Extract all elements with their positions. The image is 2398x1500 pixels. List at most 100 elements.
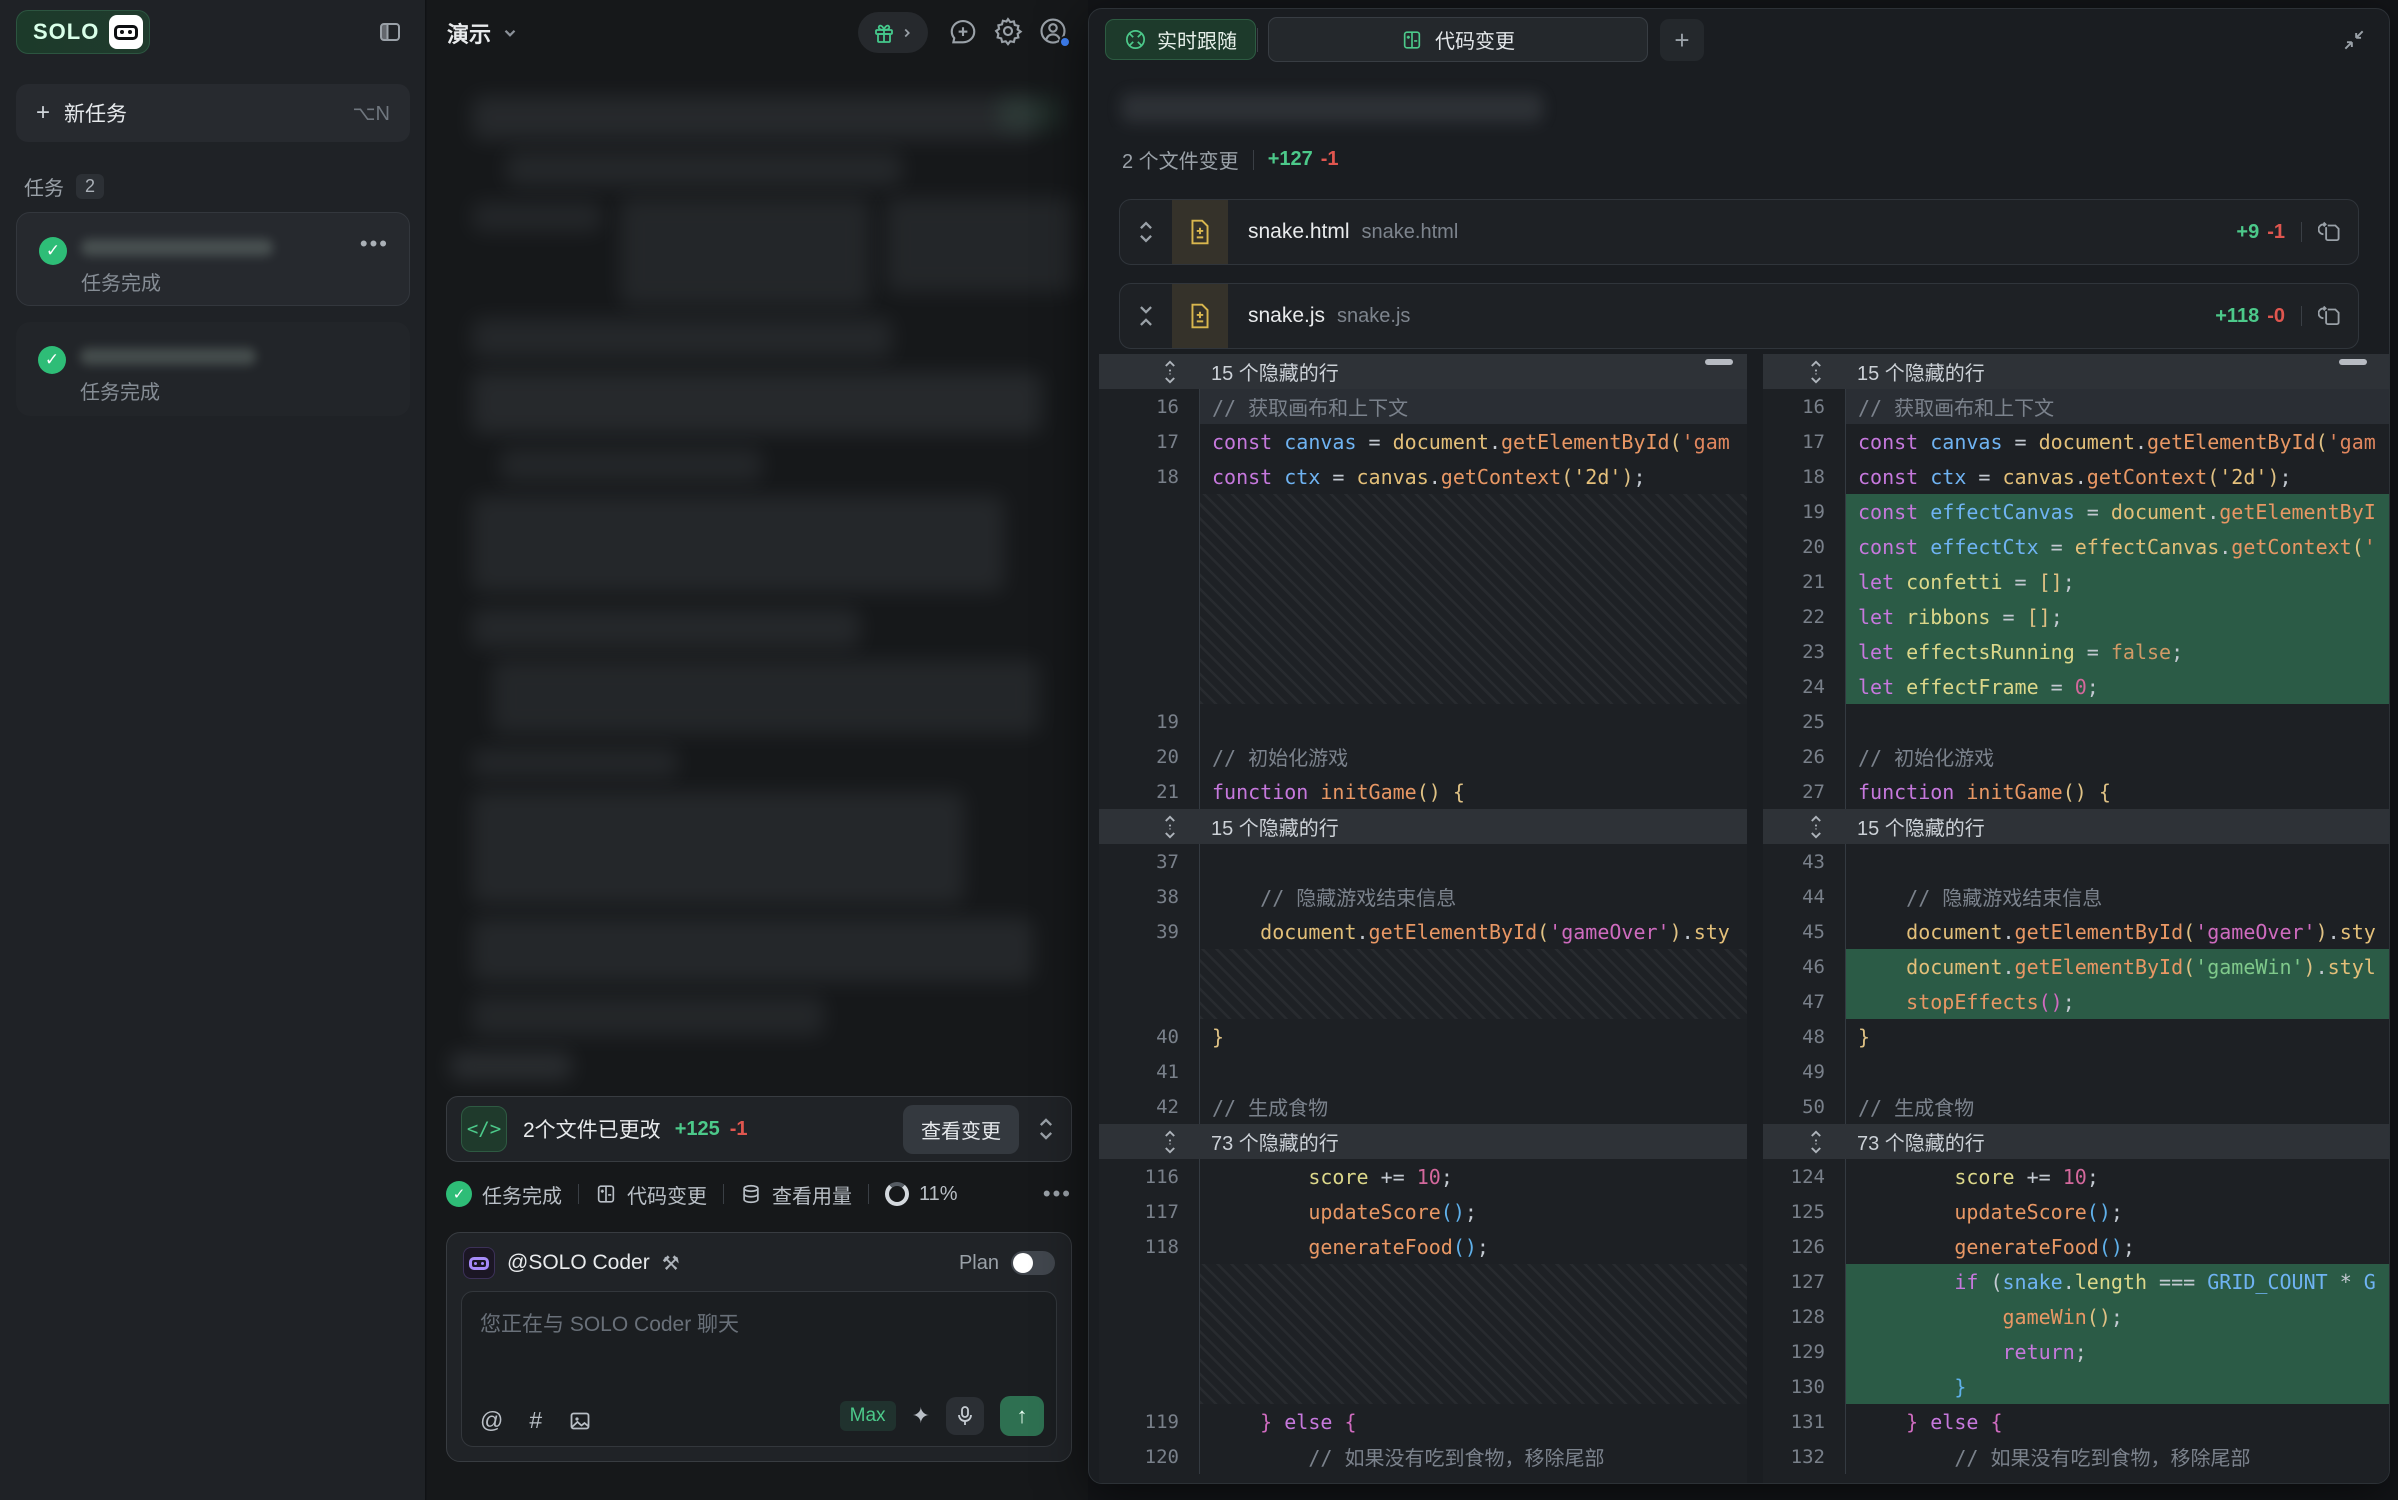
task-status: 任务完成 [81, 267, 161, 296]
task-card[interactable]: ✓任务完成 [16, 322, 410, 416]
expand-hidden-icon[interactable] [1763, 1124, 1845, 1159]
view-changes-button[interactable]: 查看变更 [903, 1105, 1019, 1154]
code-line: 119 } else { [1099, 1404, 1747, 1439]
divider [578, 1184, 579, 1204]
hidden-lines-bar[interactable]: 15 个隐藏的行 [1763, 354, 2390, 389]
new-task-button[interactable]: + 新任务 ⌥N [16, 84, 410, 142]
hidden-lines-bar[interactable]: 15 个隐藏的行 [1099, 354, 1747, 389]
mention-icon[interactable]: @ [480, 1407, 503, 1434]
status-item[interactable]: 11% [885, 1182, 958, 1206]
hashtag-icon[interactable]: # [529, 1407, 542, 1434]
file-additions: +118 [2215, 305, 2259, 328]
logo-text: SOLO [33, 19, 99, 45]
account-button[interactable] [1038, 16, 1068, 46]
redacted-message-block [620, 198, 870, 306]
line-number: 127 [1763, 1264, 1845, 1299]
status-label: 11% [919, 1183, 958, 1206]
hidden-lines-label: 15 个隐藏的行 [1199, 809, 1747, 844]
line-number: 120 [1099, 1439, 1199, 1474]
status-item[interactable]: ✓任务完成 [446, 1180, 562, 1209]
code-line: 46 document.getElementById('gameWin').st… [1763, 949, 2390, 984]
task-card[interactable]: ✓任务完成••• [16, 212, 410, 306]
hidden-lines-bar[interactable]: 15 个隐藏的行 [1763, 809, 2390, 844]
message-input[interactable]: 您正在与 SOLO Coder 聊天 @ # Max ✦ ↑ [461, 1291, 1057, 1447]
line-number: 132 [1763, 1439, 1845, 1474]
apply-file-icon[interactable] [2318, 303, 2344, 329]
new-chat-button[interactable] [948, 16, 978, 46]
chevron-down-icon [501, 24, 519, 42]
code-line: 131 } else { [1763, 1404, 2390, 1439]
robot-logo-icon [109, 15, 143, 49]
code-line: 47 stopEffects(); [1763, 984, 2390, 1019]
code-line: 37 [1099, 844, 1747, 879]
task-menu-icon[interactable]: ••• [360, 231, 389, 257]
files-changed-card[interactable]: </> 2个文件已更改 +125 -1 查看变更 [446, 1096, 1072, 1162]
minimize-panel-icon[interactable] [2341, 27, 2367, 53]
apply-file-icon[interactable] [2318, 219, 2344, 245]
code-line: 21function initGame() { [1099, 774, 1747, 809]
expand-collapse-icon[interactable] [1035, 1116, 1057, 1142]
hidden-lines-bar[interactable]: 73 个隐藏的行 [1763, 1124, 2390, 1159]
line-number: 49 [1763, 1054, 1845, 1089]
code-line: 16// 获取画布和上下文 [1763, 389, 2390, 424]
tools-icon[interactable]: ⚒ [662, 1251, 680, 1276]
file-row[interactable]: snake.htmlsnake.html+9-1 [1119, 199, 2359, 265]
file-row[interactable]: snake.jssnake.js+118-0 [1119, 283, 2359, 349]
line-number: 26 [1763, 739, 1845, 774]
redacted-message-block [472, 318, 892, 358]
line-number: 19 [1099, 704, 1199, 739]
promo-button[interactable] [858, 12, 928, 53]
status-item[interactable]: 代码变更 [595, 1180, 707, 1209]
send-button[interactable]: ↑ [1000, 1396, 1044, 1436]
status-item[interactable]: 查看用量 [740, 1180, 852, 1209]
code-line: 130 } [1763, 1369, 2390, 1404]
code-line: 18const ctx = canvas.getContext('2d'); [1099, 459, 1747, 494]
file-name: snake.js [1248, 304, 1325, 328]
enhance-prompt-icon[interactable]: ✦ [912, 1403, 930, 1429]
expand-file-icon[interactable] [1120, 218, 1172, 246]
max-mode-badge[interactable]: Max [840, 1401, 896, 1431]
line-number: 45 [1763, 914, 1845, 949]
line-number: 128 [1763, 1299, 1845, 1334]
hidden-lines-bar[interactable]: 73 个隐藏的行 [1099, 1124, 1747, 1159]
agent-name[interactable]: @SOLO Coder [507, 1251, 650, 1275]
diff-file-icon [595, 1183, 617, 1205]
redacted-message-block [472, 792, 964, 904]
window-tabbar: 实时跟随 代码变更 + [1089, 9, 2389, 71]
plan-toggle[interactable] [1011, 1251, 1055, 1275]
diff-pane-old: 15 个隐藏的行16// 获取画布和上下文17const canvas = do… [1099, 354, 1747, 1484]
scrollbar-thumb[interactable] [1705, 359, 1733, 365]
settings-button[interactable] [993, 16, 1023, 46]
sidebar-collapse-icon[interactable] [377, 20, 403, 44]
hidden-lines-bar[interactable]: 15 个隐藏的行 [1099, 809, 1747, 844]
file-deletions: -0 [2267, 305, 2285, 328]
redacted-message-block [450, 1052, 572, 1080]
line-number: 131 [1763, 1404, 1845, 1439]
collapse-file-icon[interactable] [1120, 302, 1172, 330]
microphone-button[interactable] [946, 1397, 984, 1435]
code-line: 21let confetti = []; [1763, 564, 2390, 599]
line-number: 117 [1099, 1194, 1199, 1229]
line-number: 44 [1763, 879, 1845, 914]
line-number: 129 [1763, 1334, 1845, 1369]
attach-image-icon[interactable] [568, 1409, 592, 1433]
line-number: 46 [1763, 949, 1845, 984]
solo-logo[interactable]: SOLO [16, 10, 150, 54]
redacted-message-block [472, 202, 602, 232]
more-actions-icon[interactable]: ••• [1043, 1181, 1072, 1207]
project-dropdown[interactable]: 演示 [447, 17, 519, 49]
expand-hidden-icon[interactable] [1099, 809, 1199, 844]
task-status: 任务完成 [80, 376, 160, 405]
scrollbar-thumb[interactable] [2339, 359, 2367, 365]
expand-hidden-icon[interactable] [1099, 354, 1199, 389]
tab-code-changes[interactable]: 代码变更 [1268, 17, 1648, 62]
expand-hidden-icon[interactable] [1763, 809, 1845, 844]
new-tab-button[interactable]: + [1660, 19, 1704, 61]
line-number: 24 [1763, 669, 1845, 704]
expand-hidden-icon[interactable] [1099, 1124, 1199, 1159]
expand-hidden-icon[interactable] [1763, 354, 1845, 389]
line-number: 37 [1099, 844, 1199, 879]
tab-live-follow[interactable]: 实时跟随 [1105, 19, 1256, 60]
divider [2301, 306, 2302, 326]
line-number: 39 [1099, 914, 1199, 949]
